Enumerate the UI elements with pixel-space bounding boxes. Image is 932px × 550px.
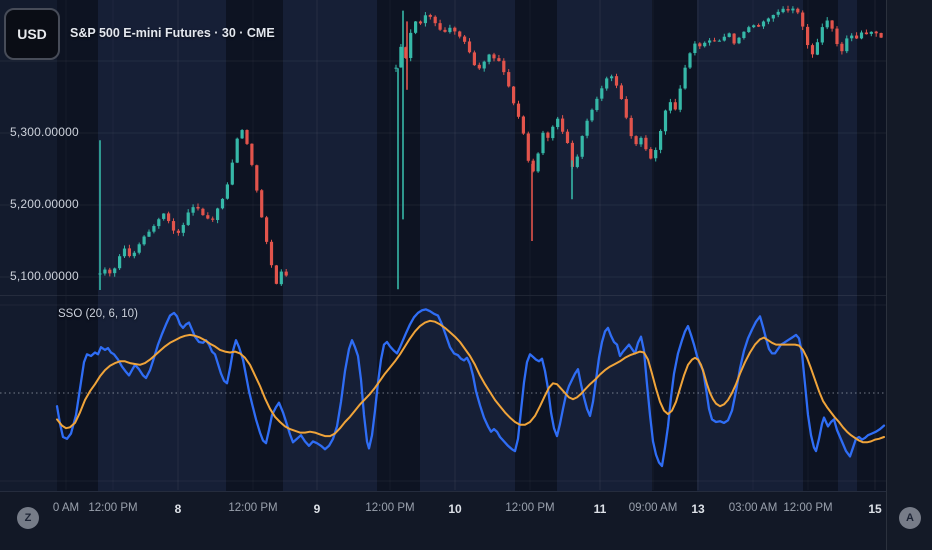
pane-divider[interactable]	[0, 295, 932, 296]
currency-toggle-button[interactable]: USD	[4, 8, 60, 60]
chart-legend: USD S&P 500 E-mini Futures · 30 · CME	[4, 8, 275, 60]
price-axis-label: 5,100.00000	[10, 269, 79, 283]
symbol-title[interactable]: S&P 500 E-mini Futures · 30 · CME	[70, 26, 275, 40]
time-axis[interactable]: Z 0 AM 12:00 PM 8 12:00 PM 9 12:00 PM 10 12:00 …	[0, 492, 886, 550]
right-price-scale[interactable]: 1.000000.00000-1.00000	[886, 0, 932, 550]
oscillator-chart[interactable]	[0, 296, 886, 490]
auto-scale-badge[interactable]: A	[899, 507, 921, 529]
price-axis-label: 5,200.00000	[10, 197, 79, 211]
indicator-label[interactable]: SSO (20, 6, 10)	[58, 308, 138, 320]
chart-application: 5,300.00000 5,200.00000 5,100.00000 1.0000…	[0, 0, 932, 550]
price-axis-label: 5,300.00000	[10, 125, 79, 139]
